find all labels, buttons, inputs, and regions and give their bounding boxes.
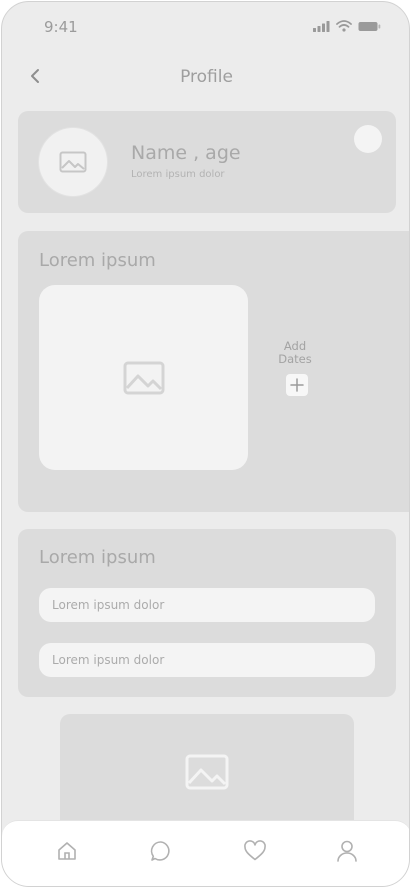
tab-profile[interactable] xyxy=(334,838,360,864)
status-icons xyxy=(313,20,381,32)
tab-home[interactable] xyxy=(54,838,80,864)
profile-action-dot[interactable] xyxy=(354,125,382,153)
profile-name: Name , age xyxy=(131,142,241,164)
phone-frame: 9:41 Profile Name , age Lorem ipsum dolo… xyxy=(1,1,410,887)
tab-chat[interactable] xyxy=(148,838,174,864)
chat-icon xyxy=(150,841,170,861)
image-icon xyxy=(185,754,229,790)
dates-card: Lorem ipsum Add Dates xyxy=(18,231,409,512)
fields-section-title: Lorem ipsum xyxy=(39,547,156,568)
user-icon xyxy=(337,840,357,862)
battery-icon xyxy=(358,21,381,31)
profile-card[interactable]: Name , age Lorem ipsum dolor xyxy=(18,111,396,213)
home-icon xyxy=(58,842,76,860)
status-time: 9:41 xyxy=(44,18,78,36)
wifi-icon xyxy=(336,20,352,32)
add-dates-label: Add Dates xyxy=(278,339,312,366)
dates-section-title: Lorem ipsum xyxy=(39,250,156,271)
text-field[interactable]: Lorem ipsum dolor xyxy=(39,643,375,677)
fields-card: Lorem ipsum Lorem ipsum dolor Lorem ipsu… xyxy=(18,529,396,697)
heart-icon xyxy=(244,840,266,861)
plus-icon xyxy=(290,378,304,392)
avatar[interactable] xyxy=(39,128,107,196)
date-photo-tile[interactable] xyxy=(39,285,248,470)
bottom-photo-tile[interactable] xyxy=(60,714,354,834)
text-field[interactable]: Lorem ipsum dolor xyxy=(39,588,375,622)
profile-subtitle: Lorem ipsum dolor xyxy=(131,169,225,180)
signal-icon xyxy=(313,20,330,32)
tab-favorites[interactable] xyxy=(242,838,268,864)
bottom-tab-bar xyxy=(2,820,409,886)
image-icon xyxy=(59,151,87,173)
page-title: Profile xyxy=(180,67,233,87)
image-icon xyxy=(123,361,164,394)
add-dates-button[interactable] xyxy=(286,374,308,396)
